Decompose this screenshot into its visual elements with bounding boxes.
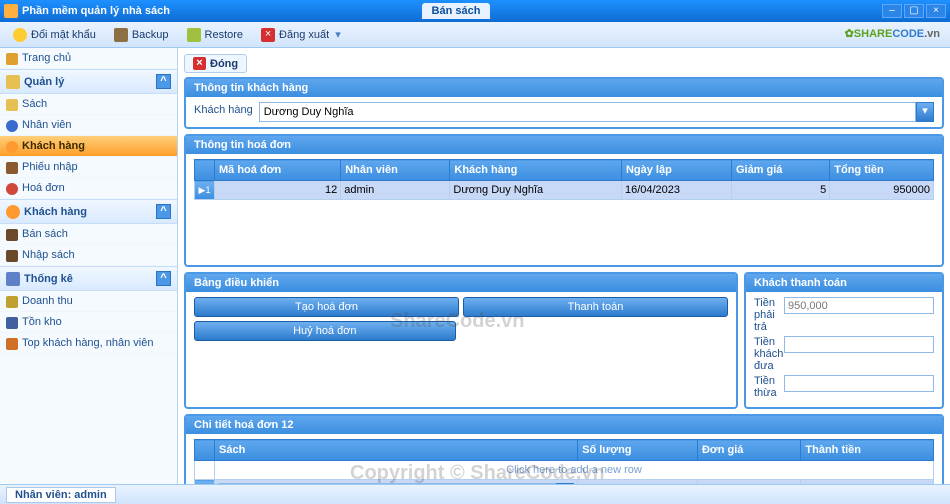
nav-header-customer[interactable]: Khách hàng^ [0,199,177,224]
nav-invoice[interactable]: Hoá đơn [0,178,177,199]
col-discount[interactable]: Giảm giá [731,160,829,181]
grid-header-row: Mã hoá đơn Nhân viên Khách hàng Ngày lập… [195,160,934,181]
panel-invoice-info: Thông tin hoá đơn Mã hoá đơn Nhân viên K… [184,134,944,267]
due-field [784,297,934,314]
panel-controls-header: Bảng điều khiển [186,274,736,292]
statusbar: Nhân viên: admin [0,484,950,504]
panel-customer-info: Thông tin khách hàng Khách hàng ▾ [184,77,944,129]
restore-icon [187,28,201,42]
nav-header-manage[interactable]: Quản lý^ [0,69,177,94]
chevron-down-icon[interactable]: ▾ [916,102,934,122]
col-invoice-id[interactable]: Mã hoá đơn [215,160,341,181]
app-title: Phần mềm quản lý nhà sách [22,5,414,17]
collapse-stats[interactable]: ^ [156,271,171,286]
home-icon [6,53,18,65]
col-amount[interactable]: Thành tiền [801,440,934,461]
customer-label: Khách hàng [194,102,253,122]
col-total[interactable]: Tổng tiền [830,160,934,181]
money-icon [6,296,18,308]
logout-icon: × [261,28,275,42]
invoice-grid[interactable]: Mã hoá đơn Nhân viên Khách hàng Ngày lập… [194,159,934,200]
logout-button[interactable]: ×Đăng xuất▾ [254,25,348,45]
backup-icon [114,28,128,42]
panel-controls: Bảng điều khiển Tạo hoá đơn Thanh toán H… [184,272,738,409]
new-row[interactable]: Click here to add a new row [195,461,934,480]
people-icon [6,205,20,219]
close-tab-button[interactable]: ×Đóng [184,54,247,73]
col-qty[interactable]: Số lượng [578,440,698,461]
collapse-manage[interactable]: ^ [156,74,171,89]
note-icon [6,162,18,174]
app-icon [4,4,18,18]
pay-button[interactable]: Thanh toán [463,297,728,317]
nav-customers[interactable]: Khách hàng [0,136,177,157]
book-icon [6,99,18,111]
customer-icon [6,141,18,153]
collapse-customer[interactable]: ^ [156,204,171,219]
detail-grid[interactable]: Sách Số lượng Đơn giá Thành tiền Click h… [194,439,934,484]
import-icon [6,250,18,262]
panel-invoice-header: Thông tin hoá đơn [186,136,942,154]
customer-combo[interactable]: ▾ [259,102,934,122]
col-price[interactable]: Đơn giá [697,440,800,461]
change-label: Tiền thừa [754,375,784,399]
panel-payment-header: Khách thanh toán [746,274,942,292]
nav-home[interactable]: Trang chủ [0,48,177,69]
nav-import[interactable]: Nhập sách [0,245,177,266]
staff-icon [6,120,18,132]
cart-icon [6,229,18,241]
give-label: Tiền khách đưa [754,336,784,372]
give-field[interactable] [784,336,934,353]
nav-staff[interactable]: Nhân viên [0,115,177,136]
panel-customer-header: Thông tin khách hàng [186,79,942,97]
backup-button[interactable]: Backup [107,25,176,45]
nav-sell[interactable]: Bán sách [0,224,177,245]
maximize-button[interactable]: ▢ [904,4,924,18]
grid-header-row: Sách Số lượng Đơn giá Thành tiền [195,440,934,461]
logo: ✿SHARECODE.vn [845,24,940,40]
top-icon [6,338,18,350]
panel-invoice-detail: Chi tiết hoá đơn 12 Sách Số lượng Đơn gi… [184,414,944,484]
cancel-invoice-button[interactable]: Huỷ hoá đơn [194,321,456,341]
panel-payment: Khách thanh toán Tiền phải trả Tiền khác… [744,272,944,409]
invoice-icon [6,183,18,195]
close-window-button[interactable]: × [926,4,946,18]
nav-books[interactable]: Sách [0,94,177,115]
change-password-button[interactable]: Đổi mật khẩu [6,25,103,45]
create-invoice-button[interactable]: Tạo hoá đơn [194,297,459,317]
customer-input[interactable] [259,102,916,122]
nav-top[interactable]: Top khách hàng, nhân viên [0,333,177,354]
col-customer[interactable]: Khách hàng [450,160,622,181]
nav-stock[interactable]: Tồn kho [0,312,177,333]
restore-label: Restore [205,29,244,41]
main-content: ×Đóng Thông tin khách hàng Khách hàng ▾ … [178,48,950,484]
invoice-row[interactable]: ▶1 12 admin Dương Duy Nghĩa 16/04/2023 5… [195,181,934,200]
close-icon: × [193,57,206,70]
active-tab[interactable]: Bán sách [422,3,491,19]
stock-icon [6,317,18,329]
backup-label: Backup [132,29,169,41]
nav-revenue[interactable]: Doanh thu [0,291,177,312]
titlebar: Phần mềm quản lý nhà sách Bán sách – ▢ × [0,0,950,22]
sidebar: Trang chủ Quản lý^ Sách Nhân viên Khách … [0,48,178,484]
nav-import-note[interactable]: Phiếu nhập [0,157,177,178]
change-field [784,375,934,392]
status-staff: Nhân viên: admin [6,487,116,503]
minimize-button[interactable]: – [882,4,902,18]
manage-icon [6,75,20,89]
toolbar: Đổi mật khẩu Backup Restore ×Đăng xuất▾ … [0,22,950,48]
restore-button[interactable]: Restore [180,25,251,45]
nav-header-stats[interactable]: Thống kê^ [0,266,177,291]
change-password-label: Đổi mật khẩu [31,29,96,41]
col-date[interactable]: Ngày lập [621,160,731,181]
col-book[interactable]: Sách [215,440,578,461]
key-icon [13,28,27,42]
col-staff[interactable]: Nhân viên [341,160,450,181]
chart-icon [6,272,20,286]
logout-label: Đăng xuất [279,29,329,41]
panel-detail-header: Chi tiết hoá đơn 12 [186,416,942,434]
due-label: Tiền phải trả [754,297,784,333]
